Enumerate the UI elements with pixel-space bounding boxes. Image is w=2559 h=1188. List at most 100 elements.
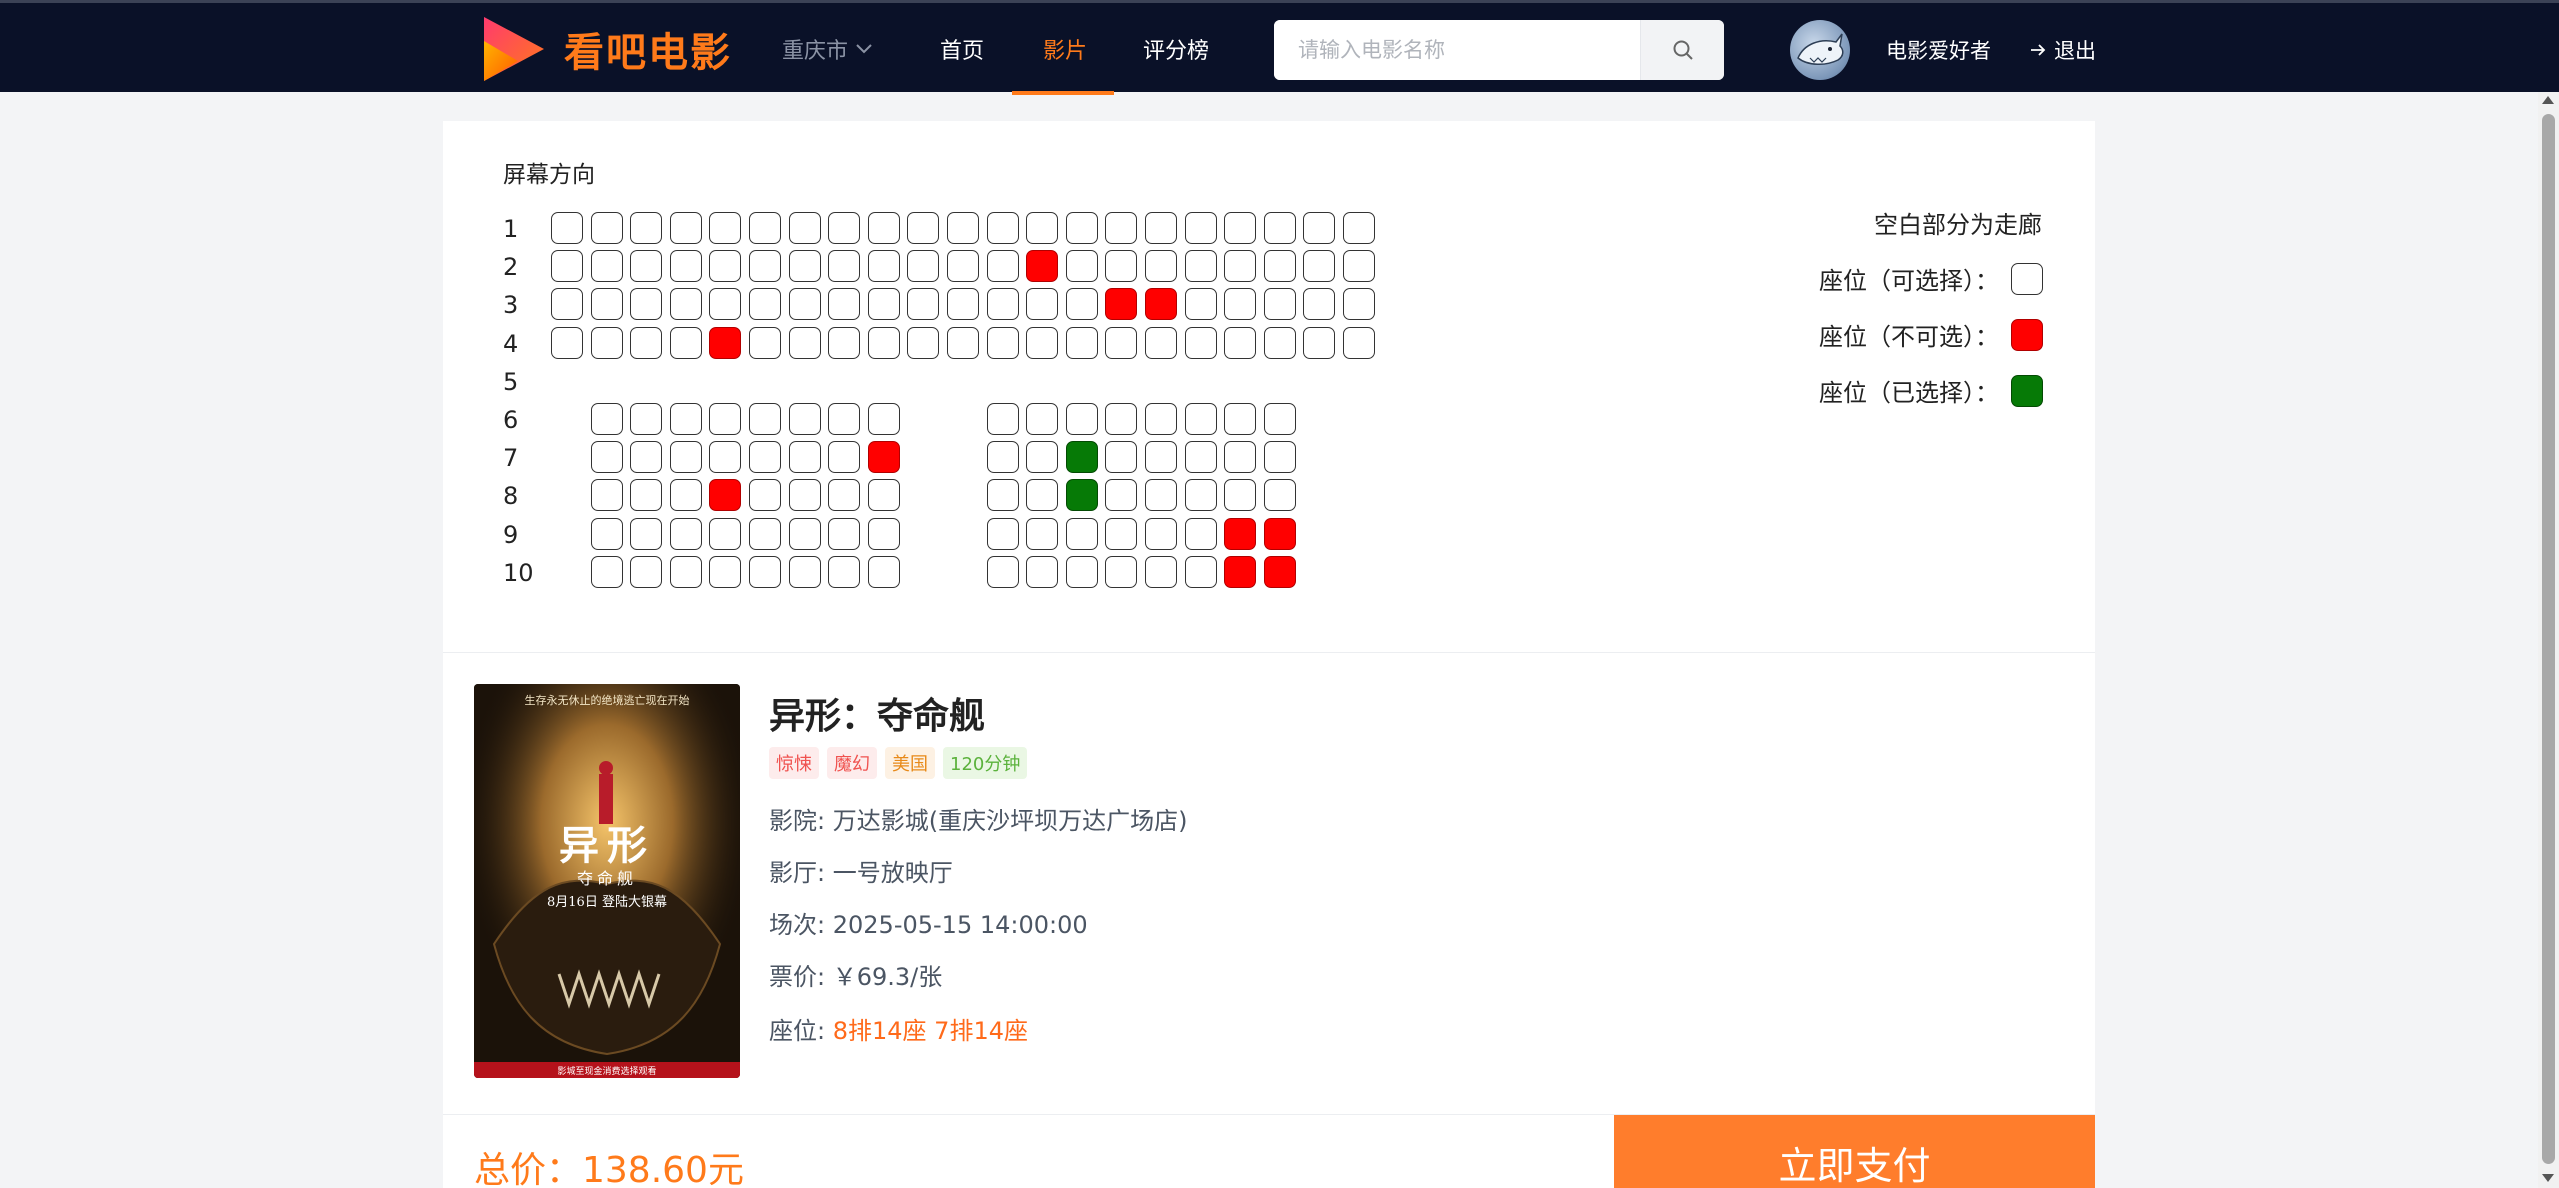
seat-available[interactable] [867,403,900,435]
seat-available[interactable] [788,517,821,550]
seat-available[interactable] [867,517,900,550]
username[interactable]: 电影爱好者 [1886,35,1991,65]
seat-available[interactable] [828,517,861,550]
seat-available[interactable] [867,250,900,283]
logout-button[interactable]: 退出 [2030,35,2096,65]
seat-available[interactable] [1145,250,1177,283]
seat-available[interactable] [1184,288,1217,321]
seat-available[interactable] [1026,555,1059,588]
seat-available[interactable] [1026,517,1059,550]
seat-available[interactable] [590,517,623,550]
seat-available[interactable] [788,555,821,588]
seat-available[interactable] [1065,288,1098,321]
seat-available[interactable] [1224,212,1257,244]
seat-available[interactable] [590,403,623,435]
seat-available[interactable] [947,250,979,283]
seat-available[interactable] [1184,212,1217,244]
seat-available[interactable] [1224,326,1257,359]
seat-available[interactable] [1145,403,1177,435]
seat-available[interactable] [590,212,623,244]
seat-available[interactable] [1263,212,1296,244]
seat-available[interactable] [1224,479,1257,512]
seat-available[interactable] [630,288,663,321]
seat-available[interactable] [630,479,663,512]
seat-available[interactable] [709,250,742,283]
seat-available[interactable] [1303,212,1336,244]
seat-available[interactable] [1065,517,1098,550]
search-button[interactable] [1640,20,1724,80]
city-selector[interactable]: 重庆市 [782,33,872,65]
seat-available[interactable] [986,441,1019,474]
seat-available[interactable] [630,403,663,435]
seat-available[interactable] [1105,555,1138,588]
seat-available[interactable] [788,403,821,435]
seat-available[interactable] [1184,250,1217,283]
seat-available[interactable] [1224,250,1257,283]
seat-available[interactable] [1026,441,1059,474]
seat-available[interactable] [749,403,781,435]
seat-available[interactable] [749,479,781,512]
seat-available[interactable] [828,288,861,321]
nav-home[interactable]: 首页 [940,33,984,65]
seat-available[interactable] [669,479,702,512]
seat-available[interactable] [1105,517,1138,550]
seat-available[interactable] [669,212,702,244]
seat-available[interactable] [590,441,623,474]
seat-available[interactable] [986,517,1019,550]
seat-available[interactable] [907,212,940,244]
seat-available[interactable] [551,326,583,359]
seat-available[interactable] [749,250,781,283]
seat-available[interactable] [1343,212,1375,244]
seat-available[interactable] [709,441,742,474]
seat-available[interactable] [947,288,979,321]
seat-available[interactable] [1224,441,1257,474]
seat-available[interactable] [907,326,940,359]
seat-available[interactable] [630,555,663,588]
seat-available[interactable] [986,326,1019,359]
seat-available[interactable] [1145,555,1177,588]
seat-available[interactable] [1145,212,1177,244]
seat-available[interactable] [749,326,781,359]
nav-rankings[interactable]: 评分榜 [1143,33,1209,65]
seat-available[interactable] [1343,250,1375,283]
seat-available[interactable] [590,288,623,321]
seat-available[interactable] [1145,441,1177,474]
seat-available[interactable] [986,212,1019,244]
seat-available[interactable] [828,441,861,474]
seat-available[interactable] [1263,288,1296,321]
seat-available[interactable] [1145,479,1177,512]
seat-available[interactable] [986,479,1019,512]
seat-available[interactable] [867,555,900,588]
seat-available[interactable] [1026,288,1059,321]
site-logo[interactable]: 看吧电影 [478,11,732,87]
seat-available[interactable] [1105,441,1138,474]
scroll-up-arrow-icon[interactable] [2542,96,2554,104]
seat-available[interactable] [669,555,702,588]
seat-available[interactable] [1224,288,1257,321]
seat-available[interactable] [1184,403,1217,435]
seat-available[interactable] [1343,326,1375,359]
seat-available[interactable] [947,326,979,359]
seat-available[interactable] [1026,403,1059,435]
seat-available[interactable] [1105,212,1138,244]
scroll-down-arrow-icon[interactable] [2542,1174,2554,1182]
seat-available[interactable] [590,555,623,588]
seat-available[interactable] [907,250,940,283]
seat-available[interactable] [749,288,781,321]
seat-available[interactable] [986,250,1019,283]
seat-available[interactable] [630,326,663,359]
seat-available[interactable] [1184,555,1217,588]
seat-available[interactable] [1145,326,1177,359]
seat-available[interactable] [669,517,702,550]
seat-available[interactable] [669,403,702,435]
seat-available[interactable] [1026,212,1059,244]
seat-available[interactable] [1184,479,1217,512]
seat-available[interactable] [709,555,742,588]
seat-available[interactable] [1105,479,1138,512]
seat-available[interactable] [669,326,702,359]
seat-available[interactable] [749,212,781,244]
seat-available[interactable] [788,288,821,321]
seat-available[interactable] [749,441,781,474]
seat-selected[interactable] [1065,441,1098,474]
seat-available[interactable] [551,288,583,321]
